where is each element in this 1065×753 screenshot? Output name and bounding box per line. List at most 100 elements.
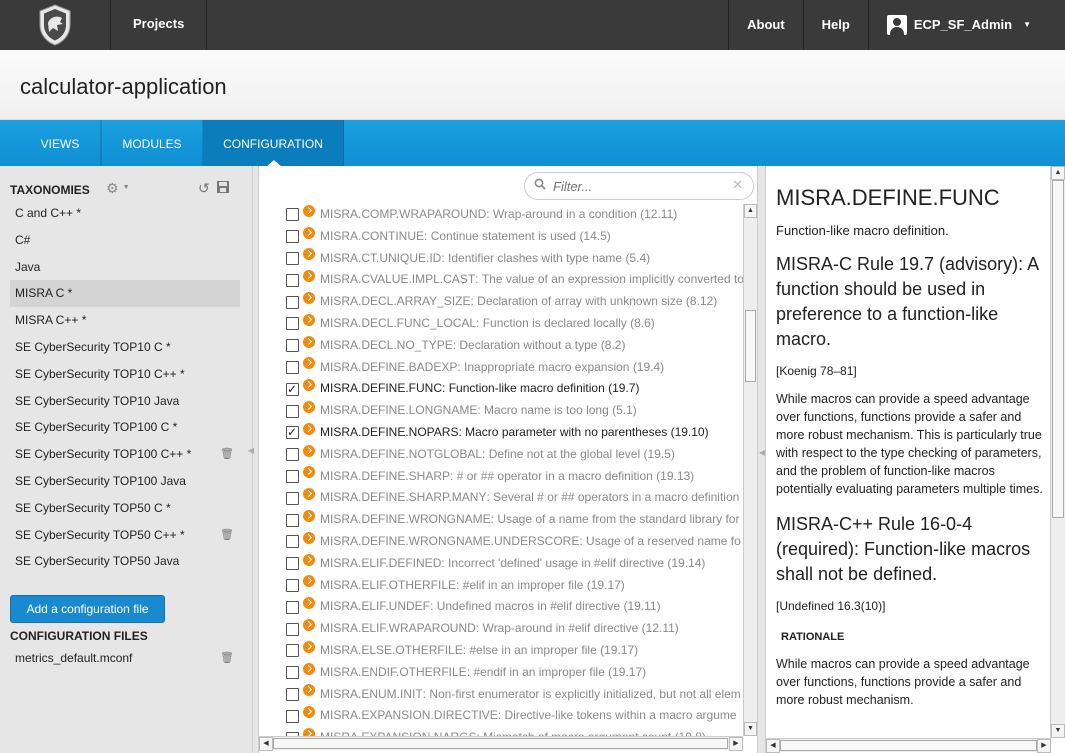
reset-icon[interactable]: ↺ — [198, 180, 210, 197]
info-icon[interactable] — [303, 335, 315, 348]
rule-row[interactable]: MISRA.DEFINE.LONGNAME: Macro name is too… — [259, 400, 743, 422]
scroll-up-arrow[interactable]: ▲ — [1051, 166, 1065, 180]
scroll-thumb[interactable] — [1052, 180, 1064, 518]
rule-checkbox[interactable] — [286, 404, 299, 418]
rule-row[interactable]: MISRA.DEFINE.NOPARS: Macro parameter wit… — [259, 422, 743, 444]
rule-row[interactable]: MISRA.DEFINE.FUNC: Function-like macro d… — [259, 378, 743, 401]
nav-help[interactable]: Help — [802, 0, 868, 50]
rule-row[interactable]: MISRA.DECL.NO_TYPE: Declaration without … — [259, 335, 743, 357]
scroll-left-arrow[interactable]: ◀ — [766, 739, 780, 753]
info-icon[interactable] — [303, 488, 315, 501]
info-icon[interactable] — [303, 444, 315, 457]
info-icon[interactable] — [303, 553, 315, 566]
detail-horizontal-scrollbar[interactable]: ◀ ▶ — [766, 738, 1051, 753]
taxonomy-item[interactable]: C and C++ * — [10, 200, 240, 227]
info-icon[interactable] — [303, 619, 315, 632]
rule-row[interactable]: MISRA.DEFINE.NOTGLOBAL: Define not at th… — [259, 444, 743, 466]
info-icon[interactable] — [303, 357, 315, 370]
info-icon[interactable] — [303, 728, 315, 736]
user-menu[interactable]: ECP_SF_Admin ▼ — [867, 0, 1065, 50]
scroll-right-arrow[interactable]: ▶ — [729, 737, 743, 751]
rules-horizontal-scrollbar[interactable]: ◀ ▶ — [259, 736, 743, 751]
info-icon[interactable] — [303, 204, 315, 217]
rule-checkbox[interactable] — [286, 535, 299, 549]
rule-checkbox[interactable] — [286, 622, 299, 636]
tab-views[interactable]: VIEWS — [20, 120, 101, 166]
gear-icon[interactable]: ⚙ — [106, 180, 119, 197]
taxonomy-item[interactable]: SE CyberSecurity TOP50 C++ * 🗑 — [10, 522, 240, 549]
rule-row[interactable]: MISRA.DECL.ARRAY_SIZE: Declaration of ar… — [259, 291, 743, 313]
rule-row[interactable]: MISRA.EXPANSION.DIRECTIVE: Directive-lik… — [259, 705, 743, 727]
rule-row[interactable]: MISRA.ELIF.OTHERFILE: #elif in an improp… — [259, 575, 743, 597]
scroll-thumb[interactable] — [780, 740, 1037, 751]
info-icon[interactable] — [303, 597, 315, 610]
info-icon[interactable] — [303, 248, 315, 261]
info-icon[interactable] — [303, 292, 315, 305]
rule-checkbox[interactable] — [286, 557, 299, 571]
info-icon[interactable] — [303, 422, 315, 435]
rule-checkbox[interactable] — [286, 513, 299, 527]
rule-row[interactable]: MISRA.ELIF.UNDEF: Undefined macros in #e… — [259, 596, 743, 618]
config-file-item[interactable]: metrics_default.mconf 🗑 — [10, 646, 240, 670]
info-icon[interactable] — [303, 575, 315, 588]
rule-checkbox[interactable] — [286, 600, 299, 614]
rule-checkbox[interactable] — [286, 687, 299, 701]
scroll-down-arrow[interactable]: ▼ — [1051, 724, 1065, 738]
info-icon[interactable] — [303, 401, 315, 414]
filter-input[interactable] — [553, 177, 723, 195]
rule-row[interactable]: MISRA.ENUM.INIT: Non-first enumerator is… — [259, 684, 743, 706]
info-icon[interactable] — [303, 270, 315, 283]
taxonomies-settings[interactable]: ⚙ ▼ — [106, 180, 130, 197]
rule-row[interactable]: MISRA.ELIF.DEFINED: Incorrect 'defined' … — [259, 553, 743, 575]
rule-checkbox[interactable] — [286, 644, 299, 658]
rule-checkbox[interactable] — [286, 379, 299, 401]
info-icon[interactable] — [303, 510, 315, 523]
info-icon[interactable] — [303, 640, 315, 653]
rule-row[interactable]: MISRA.COMP.WRAPAROUND: Wrap-around in a … — [259, 204, 743, 226]
info-icon[interactable] — [303, 379, 315, 392]
rule-checkbox[interactable] — [286, 469, 299, 483]
rule-row[interactable]: MISRA.ELIF.WRAPAROUND: Wrap-around in #e… — [259, 618, 743, 640]
taxonomy-item[interactable]: SE CyberSecurity TOP50 C * — [10, 495, 240, 522]
add-configuration-file-button[interactable]: Add a configuration file — [10, 595, 165, 623]
info-icon[interactable] — [303, 684, 315, 697]
info-icon[interactable] — [303, 662, 315, 675]
splitter-handle[interactable]: ◀ — [248, 446, 254, 455]
taxonomy-item[interactable]: SE CyberSecurity TOP10 C * — [10, 334, 240, 361]
taxonomy-item[interactable]: MISRA C++ * — [10, 307, 240, 334]
taxonomy-item[interactable]: C# — [10, 227, 240, 254]
taxonomy-item[interactable]: Java — [10, 254, 240, 281]
rule-checkbox[interactable] — [286, 251, 299, 265]
tab-modules[interactable]: MODULES — [101, 120, 203, 166]
taxonomy-item[interactable]: SE CyberSecurity TOP10 C++ * — [10, 361, 240, 388]
scroll-thumb[interactable] — [273, 738, 728, 749]
rule-checkbox[interactable] — [286, 360, 299, 374]
save-icon[interactable] — [216, 180, 230, 197]
taxonomy-item[interactable]: SE CyberSecurity TOP100 C * — [10, 414, 240, 441]
rule-checkbox[interactable] — [286, 709, 299, 723]
scroll-up-arrow[interactable]: ▲ — [744, 204, 757, 218]
rule-row[interactable]: MISRA.ELSE.OTHERFILE: #else in an improp… — [259, 640, 743, 662]
rule-row[interactable]: MISRA.DECL.FUNC_LOCAL: Function is decla… — [259, 313, 743, 335]
rule-checkbox[interactable] — [286, 422, 299, 444]
info-icon[interactable] — [303, 706, 315, 719]
rule-row[interactable]: MISRA.EXPANSION.NARGS: Mismatch of macro… — [259, 727, 743, 736]
rule-checkbox[interactable] — [286, 339, 299, 353]
rule-checkbox[interactable] — [286, 448, 299, 462]
rule-row[interactable]: MISRA.ENDIF.OTHERFILE: #endif in an impr… — [259, 662, 743, 684]
rule-checkbox[interactable] — [286, 230, 299, 244]
nav-about[interactable]: About — [728, 0, 803, 50]
rule-row[interactable]: MISRA.DEFINE.WRONGNAME.UNDERSCORE: Usage… — [259, 531, 743, 553]
info-icon[interactable] — [303, 531, 315, 544]
rules-vertical-scrollbar[interactable]: ▲ ▼ — [743, 204, 757, 736]
rule-checkbox[interactable] — [286, 317, 299, 331]
scroll-thumb[interactable] — [745, 310, 756, 382]
rule-checkbox[interactable] — [286, 273, 299, 287]
scroll-down-arrow[interactable]: ▼ — [744, 722, 757, 736]
rule-checkbox[interactable] — [286, 208, 299, 222]
rule-row[interactable]: MISRA.CVALUE.IMPL.CAST: The value of an … — [259, 269, 743, 291]
shield-logo-icon[interactable] — [0, 0, 111, 50]
scroll-right-arrow[interactable]: ▶ — [1037, 739, 1051, 753]
clear-icon[interactable]: ✕ — [732, 177, 743, 193]
taxonomy-item[interactable]: SE CyberSecurity TOP100 C++ * 🗑 — [10, 441, 240, 468]
